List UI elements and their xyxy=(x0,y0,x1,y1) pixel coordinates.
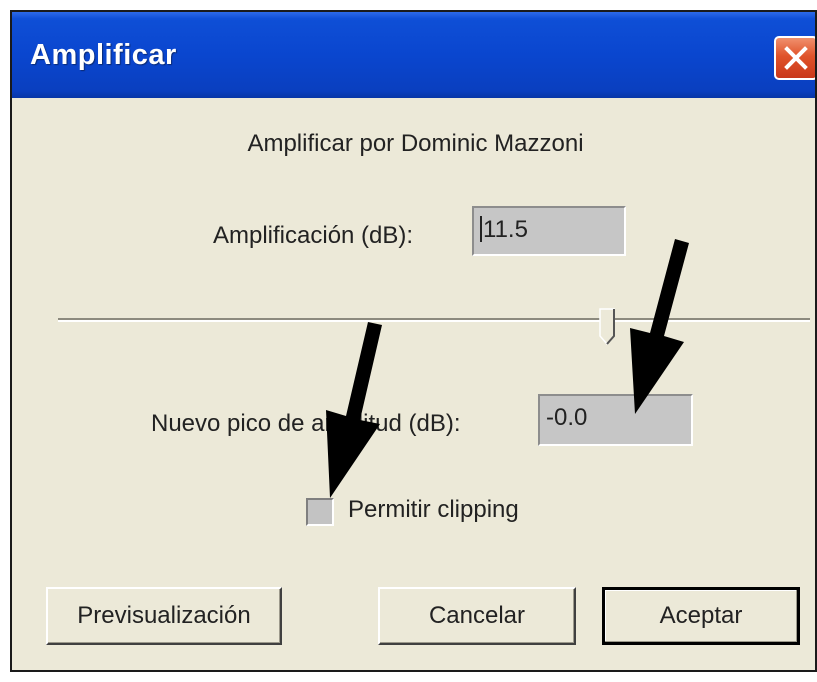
new-peak-input[interactable]: -0.0 xyxy=(538,394,693,446)
allow-clipping-checkbox[interactable] xyxy=(306,498,334,526)
arrow-to-peak-field-icon xyxy=(630,239,689,414)
text-cursor xyxy=(480,216,482,242)
new-peak-label: Nuevo pico de amplitud (dB): xyxy=(151,410,461,437)
annotation-overlay xyxy=(326,239,689,498)
close-icon xyxy=(784,46,808,70)
title-bar[interactable]: Amplificar xyxy=(12,12,815,98)
amplification-label: Amplificación (dB): xyxy=(213,222,414,249)
plugin-caption: Amplificar por Dominic Mazzoni xyxy=(247,130,584,157)
new-peak-value: -0.0 xyxy=(546,404,588,431)
allow-clipping-label[interactable]: Permitir clipping xyxy=(348,496,519,524)
slider-thumb[interactable] xyxy=(599,308,615,346)
cancel-button[interactable]: Cancelar xyxy=(378,587,576,645)
amplification-input[interactable]: 11.5 xyxy=(472,206,626,256)
amplification-slider-track[interactable] xyxy=(58,318,810,322)
amplification-value: 11.5 xyxy=(483,216,528,243)
ok-button[interactable]: Aceptar xyxy=(602,587,800,645)
preview-button[interactable]: Previsualización xyxy=(46,587,282,645)
close-button[interactable] xyxy=(774,36,815,80)
dialog-window: Amplificar Amplificar por Dominic Mazzon… xyxy=(10,10,817,672)
dialog-title: Amplificar xyxy=(30,39,177,71)
